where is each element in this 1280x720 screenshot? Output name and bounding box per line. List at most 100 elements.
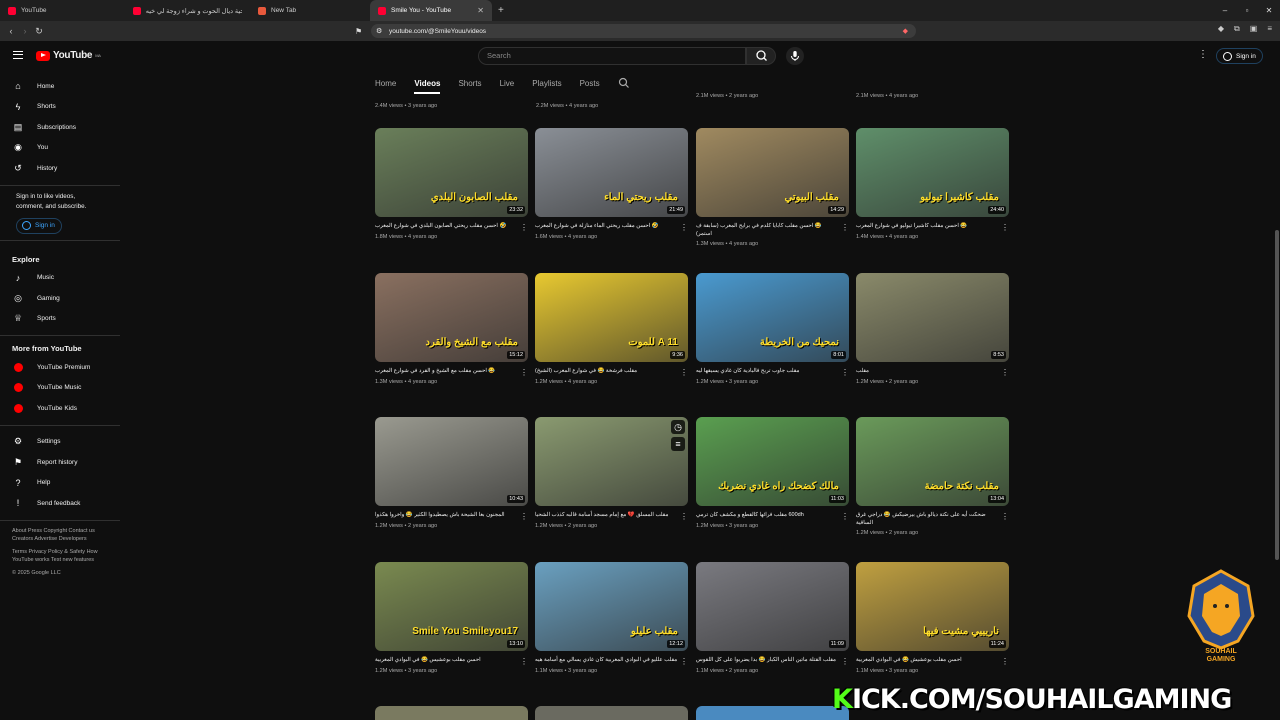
video-title[interactable]: مقلب: [856, 368, 1009, 376]
menu-icon[interactable]: ≡: [1267, 24, 1272, 34]
browser-tab[interactable]: New Tab: [250, 0, 370, 21]
url-field[interactable]: ⚙ youtube.com/@SmileYouu/videos ◆: [371, 24, 916, 38]
youtube-logo[interactable]: YouTube MA: [36, 50, 101, 61]
sidebar-toggle-icon[interactable]: ▣: [1250, 24, 1258, 34]
video-card[interactable]: مقلب البيوتي 14:29 😂 احسن مقلب كابايا كلدم…: [696, 128, 849, 247]
sidebar-item-help[interactable]: ? Help: [0, 473, 120, 494]
sidebar-item-send-feedback[interactable]: ! Send feedback: [0, 493, 120, 514]
video-card[interactable]: مقلب مع الشيخ والقرد 15:12 😂 احسن مقلب مع …: [375, 273, 528, 385]
video-thumbnail-partial[interactable]: [535, 706, 688, 720]
hamburger-menu-icon[interactable]: [13, 51, 23, 59]
video-menu-icon[interactable]: ⋮: [1001, 657, 1009, 666]
channel-search-icon[interactable]: [618, 77, 630, 89]
sidebar-item-settings[interactable]: ⚙ Settings: [0, 432, 120, 453]
video-card[interactable]: A 11 للموت 9:36 مقلب فرشخة 😂 في شوارع المغ…: [535, 273, 688, 385]
video-card[interactable]: مقلب كاشيرا تيوليو 24:40 😂 احسن مقلب كاشير…: [856, 128, 1009, 240]
video-thumbnail-partial[interactable]: [696, 706, 849, 720]
video-title[interactable]: مقلب علليو في البوادي المغربية كان غادي …: [535, 657, 688, 665]
video-title[interactable]: ضحكت أيه على نكتة ديالو باش بيرضيكش 😂 در…: [856, 512, 1009, 527]
sidebar-item-report-history[interactable]: ⚑ Report history: [0, 452, 120, 473]
video-menu-icon[interactable]: ⋮: [520, 512, 528, 521]
video-title[interactable]: مقلب القتلة ماتين الناس الكبار 😂 بدا يضر…: [696, 657, 849, 665]
video-menu-icon[interactable]: ⋮: [680, 657, 688, 666]
wallet-icon[interactable]: ◆: [1218, 24, 1224, 34]
sidebar-item-youtube-premium[interactable]: YouTube Premium: [0, 357, 120, 378]
video-thumbnail[interactable]: مقلب الصابون البلدي 23:32: [375, 128, 528, 217]
browser-tab[interactable]: YouTube: [0, 0, 125, 21]
site-info-icon[interactable]: ⚙: [376, 27, 382, 35]
watch-later-icon[interactable]: ◷: [671, 420, 685, 434]
video-card[interactable]: ◷ ≡ مقلب المسلق 💔 مع إمام مسجد أسامة قالبه…: [535, 417, 688, 529]
search-input[interactable]: Search: [478, 47, 746, 65]
video-thumbnail[interactable]: A 11 للموت 9:36: [535, 273, 688, 362]
video-title[interactable]: 😂 احسن مقلب كابايا كلدم في برايح المغرب …: [696, 223, 849, 238]
tab-posts[interactable]: Posts: [580, 79, 600, 88]
video-card[interactable]: Smile You Smileyou17 13:10 احسن مقلب بوعشي…: [375, 562, 528, 674]
video-menu-icon[interactable]: ⋮: [841, 512, 849, 521]
sidebar-item-sports[interactable]: ♕ Sports: [0, 309, 120, 330]
video-card[interactable]: مقلب عليلو 12:12 مقلب علليو في البوادي الم…: [535, 562, 688, 674]
bookmark-icon[interactable]: ⚑: [355, 27, 362, 36]
video-menu-icon[interactable]: ⋮: [520, 368, 528, 377]
sidebar-item-subscriptions[interactable]: ▤ Subscriptions: [0, 117, 120, 138]
sidebar-item-you[interactable]: ◉ You: [0, 138, 120, 159]
tab-live[interactable]: Live: [500, 79, 515, 88]
video-thumbnail[interactable]: مقلب عليلو 12:12: [535, 562, 688, 651]
tab-videos[interactable]: Videos: [414, 79, 441, 94]
maximize-icon[interactable]: ▫: [1236, 0, 1258, 21]
add-to-queue-icon[interactable]: ≡: [671, 437, 685, 451]
scrollbar[interactable]: [1275, 230, 1279, 560]
video-thumbnail[interactable]: 10:43: [375, 417, 528, 506]
video-title[interactable]: مقلب فرشخة 😂 في شوارع المغرب (الشيخ): [535, 368, 688, 376]
video-menu-icon[interactable]: ⋮: [841, 223, 849, 232]
video-card[interactable]: مقلب الصابون البلدي 23:32 🤣 احسن مقلب ريحت…: [375, 128, 528, 240]
browser-tab-active[interactable]: Smile You - YouTube ✕: [370, 0, 492, 21]
footer-links-primary[interactable]: About Press Copyright Contact us Creator…: [0, 527, 120, 543]
browser-tab[interactable]: طنجية ديال الحوت و شراء زوجة لي خيه...: [125, 0, 250, 21]
video-thumbnail[interactable]: نمحيك من الخريطة 8:01: [696, 273, 849, 362]
video-thumbnail[interactable]: 8:53: [856, 273, 1009, 362]
share-icon[interactable]: ◆: [903, 27, 908, 35]
settings-more-icon[interactable]: ⋮: [1198, 49, 1208, 60]
video-thumbnail[interactable]: ◷ ≡: [535, 417, 688, 506]
sidebar-item-youtube-music[interactable]: YouTube Music: [0, 378, 120, 399]
video-menu-icon[interactable]: ⋮: [841, 368, 849, 377]
sidebar-item-music[interactable]: ♪ Music: [0, 268, 120, 289]
video-menu-icon[interactable]: ⋮: [841, 657, 849, 666]
video-card[interactable]: 11:09 مقلب القتلة ماتين الناس الكبار 😂 بد…: [696, 562, 849, 674]
sidebar-item-shorts[interactable]: ϟ Shorts: [0, 97, 120, 118]
signin-button-header[interactable]: Sign in: [1216, 48, 1263, 64]
video-thumbnail[interactable]: Smile You Smileyou17 13:10: [375, 562, 528, 651]
footer-links-secondary[interactable]: Terms Privacy Policy & Safety How YouTub…: [0, 548, 120, 564]
video-thumbnail[interactable]: مقلب ريحتي الماء 21:49: [535, 128, 688, 217]
minimize-icon[interactable]: –: [1214, 0, 1236, 21]
video-menu-icon[interactable]: ⋮: [520, 657, 528, 666]
video-thumbnail-partial[interactable]: [375, 706, 528, 720]
video-thumbnail[interactable]: مالك كضحك راه غادي نضربك 11:03: [696, 417, 849, 506]
video-title[interactable]: المجنون بغا الشيحة باش يصطيدوا الكثير 😂 …: [375, 512, 528, 520]
video-card[interactable]: نمحيك من الخريطة 8:01 مقلب جاوب تربح فالبا…: [696, 273, 849, 385]
video-title[interactable]: 😂 احسن مقلب مع الشيخ و القرد في شوارع ال…: [375, 368, 528, 376]
video-thumbnail[interactable]: مقلب البيوتي 14:29: [696, 128, 849, 217]
search-button[interactable]: [746, 47, 776, 65]
extensions-icon[interactable]: ⧉: [1234, 24, 1240, 34]
video-menu-icon[interactable]: ⋮: [1001, 512, 1009, 521]
video-title[interactable]: احسن مقلب بوعشيس 😂 في البوادي المغربية: [375, 657, 528, 665]
video-thumbnail[interactable]: مقلب كاشيرا تيوليو 24:40: [856, 128, 1009, 217]
video-menu-icon[interactable]: ⋮: [680, 223, 688, 232]
close-window-icon[interactable]: ✕: [1258, 0, 1280, 21]
video-menu-icon[interactable]: ⋮: [680, 512, 688, 521]
sidebar-item-home[interactable]: ⌂ Home: [0, 76, 120, 97]
video-card[interactable]: 10:43 المجنون بغا الشيحة باش يصطيدوا الكث…: [375, 417, 528, 529]
video-title[interactable]: احسن مقلب بوعشيش 😂 في البوادي المغربية: [856, 657, 1009, 665]
video-thumbnail[interactable]: ناريييي مشيت فيها 11:24: [856, 562, 1009, 651]
video-menu-icon[interactable]: ⋮: [680, 368, 688, 377]
video-thumbnail[interactable]: مقلب مع الشيخ والقرد 15:12: [375, 273, 528, 362]
video-thumbnail[interactable]: مقلب نكتة حامضة 13:04: [856, 417, 1009, 506]
video-card[interactable]: مالك كضحك راه غادي نضربك 11:03 600dh مقلب …: [696, 417, 849, 529]
back-icon[interactable]: ‹: [4, 26, 18, 36]
video-title[interactable]: مقلب جاوب تربح فالبادية كان غادي يسيقها …: [696, 368, 849, 376]
video-title[interactable]: 😂 احسن مقلب كاشيرا تيوليو في شوارع المغر…: [856, 223, 1009, 231]
video-menu-icon[interactable]: ⋮: [1001, 223, 1009, 232]
close-tab-icon[interactable]: ✕: [477, 6, 484, 15]
